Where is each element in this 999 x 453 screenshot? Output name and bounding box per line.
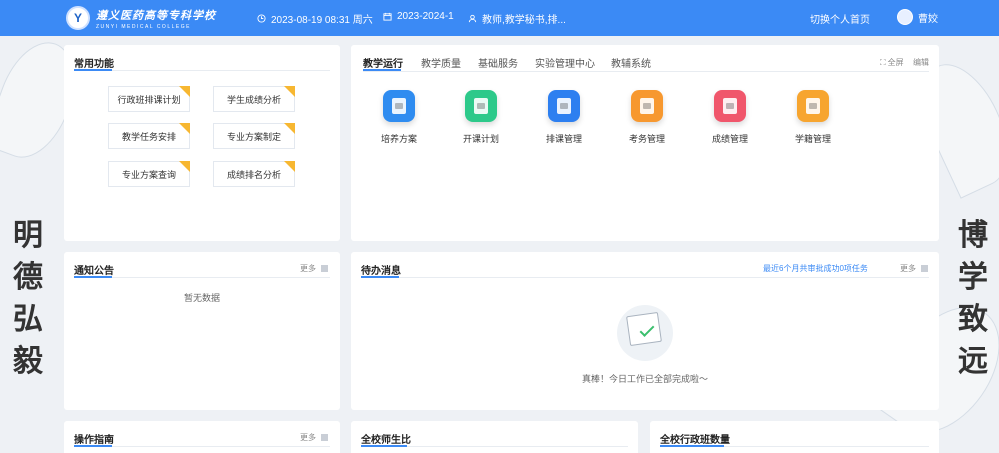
favorite-corner-icon [179, 123, 190, 134]
app-course-plan[interactable]: 开课计划 [446, 90, 516, 145]
tab-teaching-operation[interactable]: 教学运行 [363, 55, 403, 70]
clock-icon [257, 14, 266, 23]
quick-function-item[interactable]: 学生成绩分析 [213, 86, 295, 112]
schedule-icon [548, 90, 580, 122]
favorite-corner-icon [284, 161, 295, 172]
notice-panel: 通知公告 更多 暂无数据 [64, 252, 340, 410]
datetime-display: 2023-08-19 08:31 周六 [257, 11, 373, 26]
guide-panel: 操作指南 更多 [64, 421, 340, 453]
more-icon [321, 434, 328, 441]
calendar-icon [383, 12, 392, 21]
exam-icon [631, 90, 663, 122]
admin-class-count-panel: 全校行政班数量 [650, 421, 939, 453]
quick-function-item[interactable]: 专业方案制定 [213, 123, 295, 149]
user-icon [468, 14, 477, 23]
logo-cn-text: 遵义医药高等专科学校 [96, 8, 216, 22]
school-logo[interactable]: Y 遵义医药高等专科学校 ZUNYI MEDICAL COLLEGE [66, 6, 216, 30]
logo-en-text: ZUNYI MEDICAL COLLEGE [96, 23, 191, 30]
notice-more-link[interactable]: 更多 [300, 263, 328, 274]
course-plan-icon [465, 90, 497, 122]
todo-more-link[interactable]: 更多 [900, 263, 928, 274]
tab-teaching-quality[interactable]: 教学质量 [421, 55, 461, 70]
term-selector[interactable]: 2023-2024-1 [383, 11, 454, 22]
teacher-student-ratio-panel: 全校师生比 [351, 421, 638, 453]
notice-title: 通知公告 [74, 266, 114, 277]
guide-title: 操作指南 [74, 435, 114, 446]
todo-title: 待办消息 [361, 266, 401, 277]
edit-button[interactable]: 编辑 [913, 57, 929, 68]
tab-basic-services[interactable]: 基础服务 [478, 55, 518, 70]
student-record-icon [797, 90, 829, 122]
username-text: 曹姣 [918, 13, 938, 25]
app-schedule-management[interactable]: 排课管理 [529, 90, 599, 145]
training-plan-icon [383, 90, 415, 122]
app-training-plan[interactable]: 培养方案 [364, 90, 434, 145]
teacher-student-ratio-title: 全校师生比 [361, 435, 411, 446]
notice-empty-text: 暂无数据 [183, 293, 220, 303]
app-exam-management[interactable]: 考务管理 [612, 90, 682, 145]
quick-function-item[interactable]: 专业方案查询 [108, 161, 190, 187]
guide-more-link[interactable]: 更多 [300, 432, 328, 443]
term-text: 2023-2024-1 [397, 11, 454, 22]
right-motto: 博 学 致 远 [958, 218, 988, 379]
fullscreen-icon: ⛶ [880, 57, 886, 67]
left-motto: 明 德 弘 毅 [13, 218, 43, 379]
role-selector[interactable]: 教师,教学秘书,排... [468, 11, 566, 26]
datetime-text: 2023-08-19 08:31 周六 [271, 15, 373, 26]
admin-class-count-title: 全校行政班数量 [660, 435, 730, 446]
quick-function-item[interactable]: 教学任务安排 [108, 123, 190, 149]
favorite-corner-icon [179, 161, 190, 172]
tab-auxiliary-system[interactable]: 教辅系统 [611, 55, 651, 70]
todo-empty-text: 真棒！今日工作已全部完成啦～ [581, 374, 708, 384]
role-text: 教师,教学秘书,排... [482, 15, 566, 26]
favorite-corner-icon [284, 86, 295, 97]
more-icon [321, 265, 328, 272]
top-bar: Y 遵义医药高等专科学校 ZUNYI MEDICAL COLLEGE 2023-… [0, 0, 999, 36]
quick-functions-title: 常用功能 [74, 59, 114, 70]
app-student-record[interactable]: 学籍管理 [778, 90, 848, 145]
avatar [897, 9, 913, 25]
switch-home-link[interactable]: 切换个人首页 [810, 11, 870, 26]
quick-functions-panel: 常用功能 行政班排课计划 学生成绩分析 教学任务安排 专业方案制定 专业方案查询… [64, 45, 340, 241]
fullscreen-button[interactable]: ⛶ 全屏 [880, 57, 904, 68]
app-grade-management[interactable]: 成绩管理 [695, 90, 765, 145]
approval-summary-link[interactable]: 最近6个月共审批成功0项任务 [763, 263, 868, 274]
favorite-corner-icon [179, 86, 190, 97]
more-icon [921, 265, 928, 272]
school-emblem-icon: Y [66, 6, 90, 30]
quick-function-item[interactable]: 成绩排名分析 [213, 161, 295, 187]
quick-function-item[interactable]: 行政班排课计划 [108, 86, 190, 112]
user-menu[interactable]: 曹姣 [897, 9, 938, 25]
grade-icon [714, 90, 746, 122]
favorite-corner-icon [284, 123, 295, 134]
tab-lab-center[interactable]: 实验管理中心 [535, 55, 595, 70]
